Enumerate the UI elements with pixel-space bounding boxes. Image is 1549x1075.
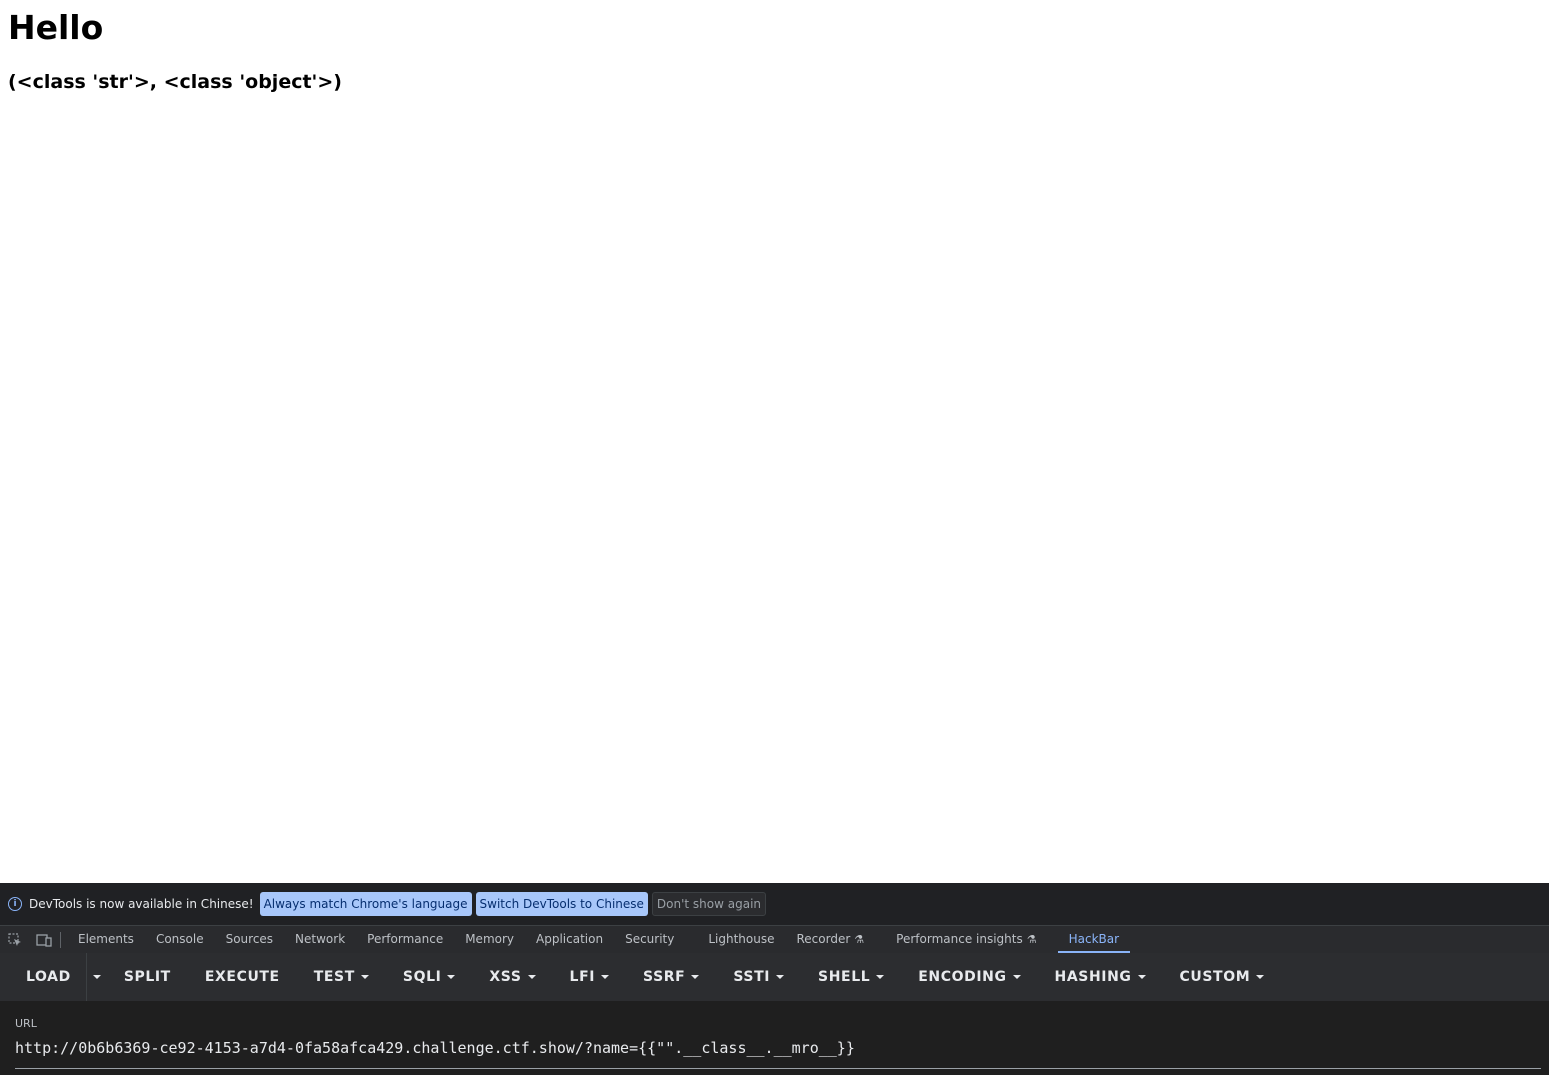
tab-lighthouse[interactable]: Lighthouse (697, 926, 785, 953)
load-button[interactable]: LOAD (0, 953, 86, 1001)
sqli-menu-button[interactable]: SQLI (386, 953, 473, 1001)
page-output: (<class 'str'>, <class 'object'>) (8, 71, 342, 93)
page-heading: Hello (8, 8, 104, 47)
tab-hackbar[interactable]: HackBar (1057, 926, 1131, 953)
tab-console[interactable]: Console (145, 926, 215, 953)
tab-sources[interactable]: Sources (215, 926, 284, 953)
xss-menu-button[interactable]: XSS (472, 953, 552, 1001)
chevron-down-icon (447, 975, 456, 979)
dont-show-again-button[interactable]: Don't show again (651, 892, 767, 916)
language-infobar: i DevTools is now available in Chinese! … (0, 883, 1549, 925)
devtools-panel: i DevTools is now available in Chinese! … (0, 883, 1549, 1075)
always-match-language-button[interactable]: Always match Chrome's language (259, 892, 472, 916)
split-button[interactable]: SPLIT (107, 953, 188, 1001)
chevron-down-icon (527, 975, 536, 979)
url-input-underline (15, 1068, 1541, 1069)
flask-icon: ⚗ (854, 933, 865, 946)
encoding-menu-button[interactable]: ENCODING (901, 953, 1037, 1001)
tab-recorder-label: Recorder (796, 932, 851, 946)
chevron-down-icon (360, 975, 369, 979)
inspect-element-icon[interactable] (8, 932, 22, 947)
tab-performance-insights-label: Performance insights (896, 932, 1023, 946)
chevron-down-icon (601, 975, 610, 979)
hashing-menu-label: HASHING (1054, 969, 1132, 985)
ssrf-menu-label: SSRF (643, 969, 686, 985)
page-content: Hello (<class 'str'>, <class 'object'>) (0, 0, 1549, 883)
chevron-down-icon (776, 975, 785, 979)
flask-icon: ⚗ (1026, 933, 1037, 946)
xss-menu-label: XSS (489, 969, 522, 985)
tab-performance-insights[interactable]: Performance insights ⚗ (885, 926, 1047, 953)
chevron-down-icon (691, 975, 700, 979)
chevron-down-icon (1137, 975, 1146, 979)
switch-to-chinese-button[interactable]: Switch DevTools to Chinese (475, 892, 648, 916)
ssti-menu-button[interactable]: SSTI (716, 953, 801, 1001)
url-input[interactable]: http://0b6b6369-ce92-4153-a7d4-0fa58afca… (15, 1039, 855, 1057)
tab-recorder[interactable]: Recorder ⚗ (786, 926, 876, 953)
lfi-menu-label: LFI (569, 969, 596, 985)
tab-performance[interactable]: Performance (356, 926, 454, 953)
info-icon: i (8, 897, 22, 911)
test-menu-button[interactable]: TEST (297, 953, 386, 1001)
tab-elements[interactable]: Elements (67, 926, 145, 953)
custom-menu-label: CUSTOM (1179, 969, 1251, 985)
tab-memory[interactable]: Memory (454, 926, 525, 953)
sqli-menu-label: SQLI (402, 969, 442, 985)
execute-button[interactable]: EXECUTE (188, 953, 297, 1001)
ssrf-menu-button[interactable]: SSRF (626, 953, 716, 1001)
chevron-down-icon (876, 975, 885, 979)
tab-application[interactable]: Application (525, 926, 614, 953)
url-field-container: URL http://0b6b6369-ce92-4153-a7d4-0fa58… (0, 1001, 1549, 1075)
shell-menu-button[interactable]: SHELL (801, 953, 901, 1001)
tab-security[interactable]: Security (614, 926, 685, 953)
shell-menu-label: SHELL (818, 969, 871, 985)
devtools-tab-bar: Elements Console Sources Network Perform… (0, 925, 1549, 953)
ssti-menu-label: SSTI (733, 969, 771, 985)
tab-separator (60, 931, 61, 948)
url-label: URL (15, 1017, 37, 1030)
custom-menu-button[interactable]: CUSTOM (1163, 953, 1282, 1001)
tab-network[interactable]: Network (284, 926, 356, 953)
hackbar-toolbar: LOAD SPLIT EXECUTE TEST SQLI XSS LFI SSR… (0, 953, 1549, 1001)
chevron-down-icon (1012, 975, 1021, 979)
chevron-down-icon (92, 975, 101, 979)
chevron-down-icon (1256, 975, 1265, 979)
load-dropdown-button[interactable] (87, 953, 107, 1001)
hashing-menu-button[interactable]: HASHING (1038, 953, 1163, 1001)
device-toolbar-icon[interactable] (36, 933, 52, 947)
test-menu-label: TEST (313, 969, 355, 985)
lfi-menu-button[interactable]: LFI (553, 953, 627, 1001)
infobar-message: DevTools is now available in Chinese! (29, 897, 254, 911)
encoding-menu-label: ENCODING (918, 969, 1007, 985)
